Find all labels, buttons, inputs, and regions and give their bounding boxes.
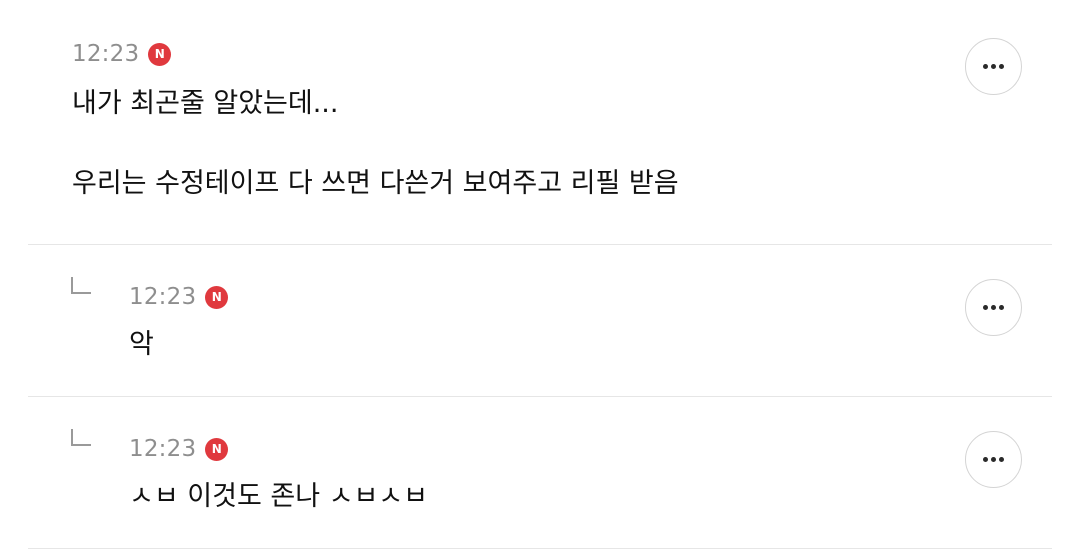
comment-item: 12:23 N 내가 최곤줄 알았는데... 우리는 수정테이프 다 쓰면 다쓴… [28, 0, 1052, 245]
comment-time: 12:23 [129, 436, 197, 462]
more-options-button[interactable] [965, 431, 1022, 488]
more-dot [999, 305, 1004, 310]
comment-text: 악 [129, 329, 154, 360]
more-dot [983, 64, 988, 69]
comment-meta: 12:23 N [129, 435, 229, 463]
more-options-button[interactable] [965, 279, 1022, 336]
new-badge-icon: N [205, 437, 229, 461]
more-dot [991, 305, 996, 310]
more-dot [999, 64, 1004, 69]
more-dot [999, 457, 1004, 462]
more-dot [991, 64, 996, 69]
new-badge-icon: N [148, 42, 172, 66]
more-dot [991, 457, 996, 462]
comment-time: 12:23 [72, 41, 140, 67]
more-dot [983, 305, 988, 310]
comment-meta: 12:23 N [129, 283, 229, 311]
comment-time: 12:23 [129, 284, 197, 310]
comment-meta: 12:23 N [72, 40, 172, 68]
more-options-button[interactable] [965, 38, 1022, 95]
comment-text: ㅅㅂ 이것도 존나 ㅅㅂㅅㅂ [129, 481, 428, 512]
reply-item: 12:23 N ㅅㅂ 이것도 존나 ㅅㅂㅅㅂ [28, 397, 1052, 549]
reply-arrow-icon [71, 429, 91, 446]
reply-arrow-icon [71, 277, 91, 294]
comment-text: 내가 최곤줄 알았는데... 우리는 수정테이프 다 쓰면 다쓴거 보여주고 리… [72, 88, 679, 199]
more-dot [983, 457, 988, 462]
new-badge-icon: N [205, 285, 229, 309]
reply-item: 12:23 N 악 [28, 245, 1052, 397]
